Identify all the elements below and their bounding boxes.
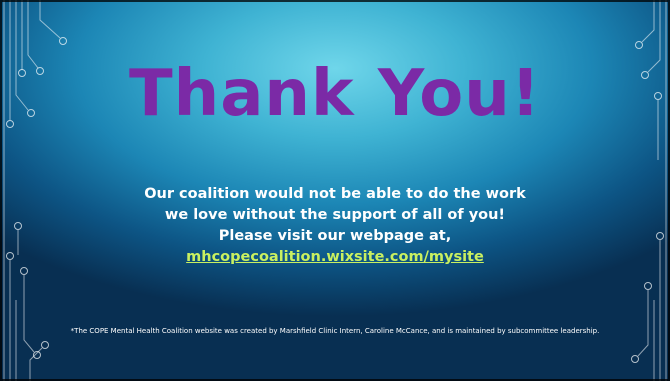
message-line: we love without the support of all of yo…	[164, 207, 506, 223]
website-link[interactable]: mhcopecoalition.wixsite.com/mysite	[186, 249, 484, 265]
footnote: *The COPE Mental Health Coalition websit…	[70, 327, 600, 335]
message-line: Please visit our webpage at,	[218, 228, 452, 244]
slide-title: Thank You!	[129, 57, 541, 131]
slide: Thank You! Our coalition would not be ab…	[0, 0, 670, 381]
message-block: Our coalition would not be able to do th…	[0, 184, 670, 268]
message-line: Our coalition would not be able to do th…	[144, 186, 526, 202]
